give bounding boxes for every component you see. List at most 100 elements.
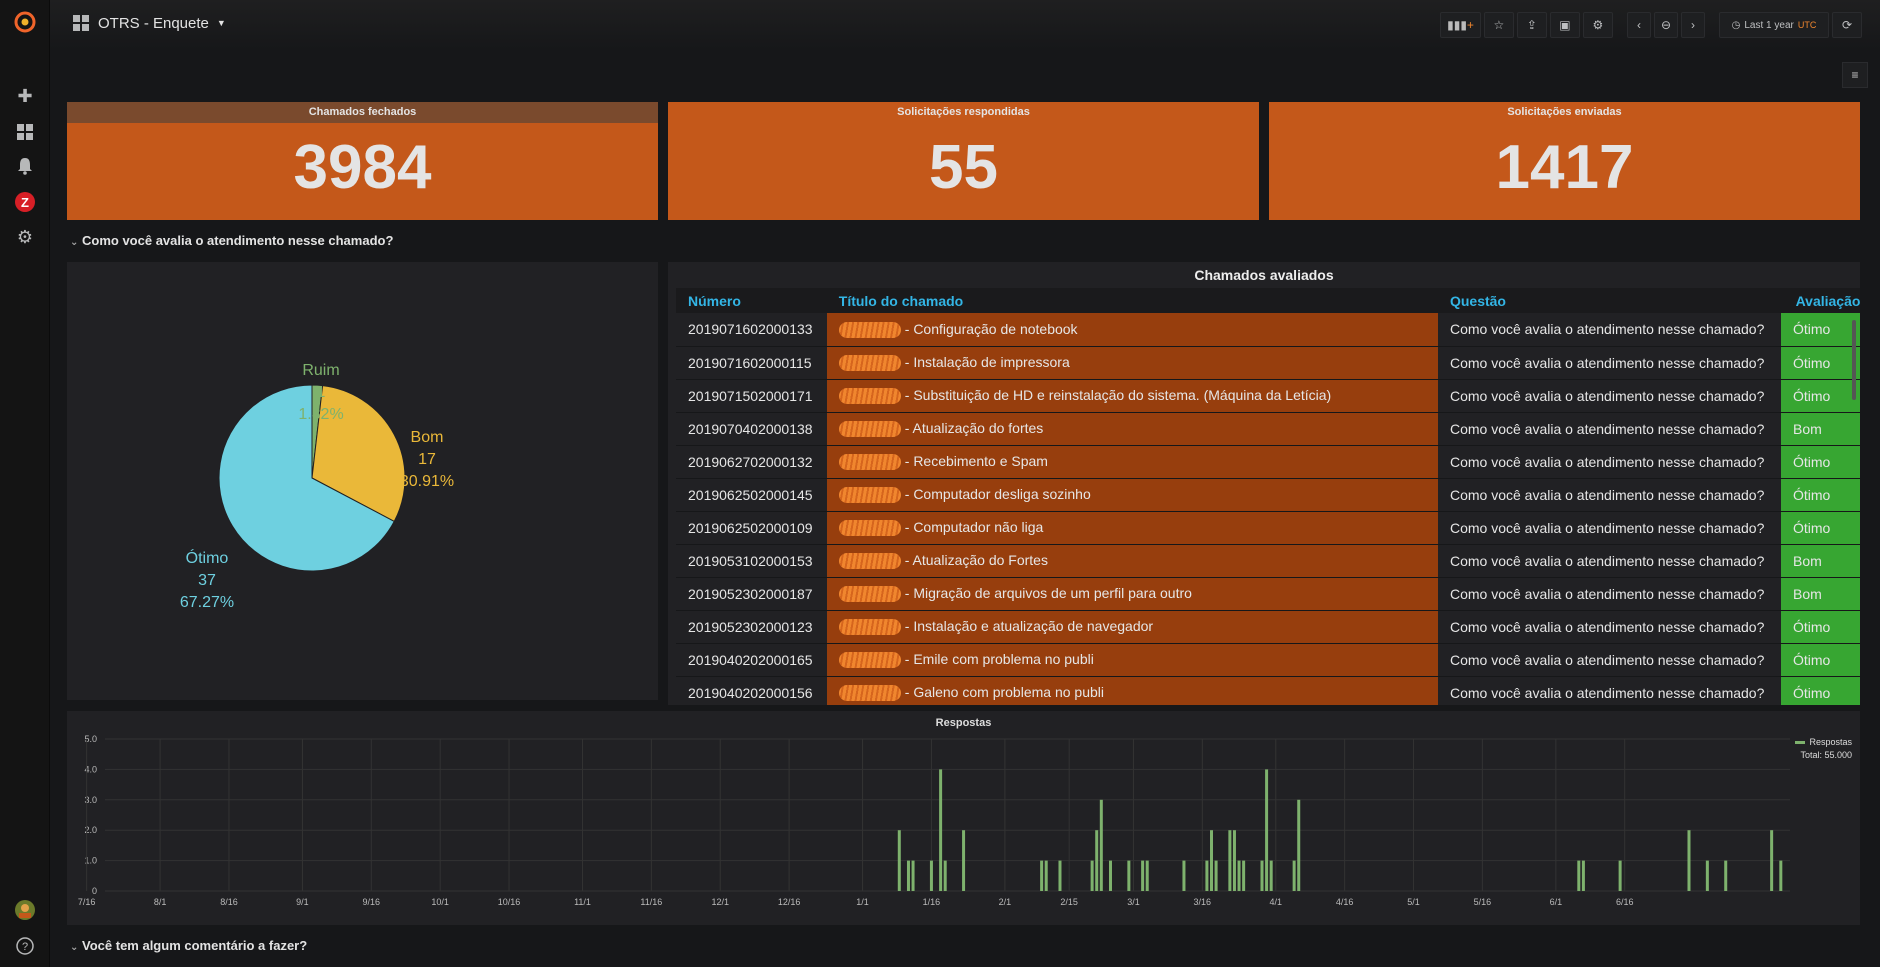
col-header-avaliacao[interactable]: Avaliação bbox=[1781, 288, 1860, 313]
legend-series-name[interactable]: Respostas bbox=[1809, 737, 1852, 747]
cell-avaliacao: Ótimo bbox=[1781, 643, 1860, 677]
user-avatar[interactable] bbox=[13, 898, 37, 922]
bar[interactable] bbox=[1292, 860, 1296, 891]
row-menu-button[interactable]: ≡ bbox=[1842, 62, 1868, 88]
cell-questao: Como você avalia o atendimento nesse cha… bbox=[1437, 346, 1781, 380]
row-toggle-avaliacao[interactable]: ⌄ Como você avalia o atendimento nesse c… bbox=[70, 233, 393, 248]
bar[interactable] bbox=[1044, 860, 1048, 891]
bar[interactable] bbox=[1095, 830, 1099, 891]
bar[interactable] bbox=[1705, 860, 1709, 891]
col-header-questao[interactable]: Questão bbox=[1437, 288, 1781, 313]
cell-questao: Como você avalia o atendimento nesse cha… bbox=[1437, 544, 1781, 578]
time-picker-button[interactable]: ◷ Last 1 year UTC bbox=[1719, 12, 1829, 38]
chevron-down-icon: ⌄ bbox=[70, 942, 79, 953]
table-row: 2019071602000133 - Configuração de notebo… bbox=[676, 313, 1860, 347]
bar[interactable] bbox=[1040, 860, 1044, 891]
bar[interactable] bbox=[1090, 860, 1094, 891]
bar[interactable] bbox=[1687, 830, 1691, 891]
cell-avaliacao: Bom bbox=[1781, 577, 1860, 611]
bar[interactable] bbox=[1269, 860, 1273, 891]
share-button[interactable]: ⇪ bbox=[1516, 12, 1547, 38]
bar[interactable] bbox=[1265, 769, 1269, 891]
settings-button[interactable]: ⚙ bbox=[1582, 12, 1613, 38]
cell-titulo[interactable]: - Computador não liga bbox=[826, 511, 1438, 545]
bar[interactable] bbox=[1205, 860, 1209, 891]
bar[interactable] bbox=[1145, 860, 1149, 891]
bar[interactable] bbox=[1260, 860, 1264, 891]
bar[interactable] bbox=[1099, 799, 1103, 891]
col-header-numero[interactable]: Número bbox=[676, 288, 827, 313]
table-row: 2019040202000165 - Emile com problema no … bbox=[676, 643, 1860, 677]
refresh-button[interactable]: ⟳ bbox=[1832, 12, 1862, 38]
zoom-out-button[interactable]: ⊖ bbox=[1653, 12, 1678, 38]
cell-titulo-text: - Instalação de impressora bbox=[904, 353, 1070, 370]
bar[interactable] bbox=[1182, 860, 1186, 891]
grafana-logo-icon[interactable] bbox=[13, 10, 37, 34]
cell-titulo[interactable]: - Configuração de notebook bbox=[826, 313, 1438, 347]
cell-questao: Como você avalia o atendimento nesse cha… bbox=[1437, 313, 1781, 347]
zabbix-plugin-icon[interactable]: Z bbox=[13, 190, 37, 214]
cell-titulo[interactable]: - Instalação de impressora bbox=[826, 346, 1438, 380]
cell-titulo[interactable]: - Galeno com problema no publi bbox=[826, 676, 1438, 705]
cell-titulo[interactable]: - Computador desliga sozinho bbox=[826, 478, 1438, 512]
col-header-titulo[interactable]: Título do chamado bbox=[826, 288, 1438, 313]
cell-numero: 2019071502000171 bbox=[676, 379, 827, 413]
cell-titulo[interactable]: - Recebimento e Spam bbox=[826, 445, 1438, 479]
bar[interactable] bbox=[929, 860, 933, 891]
bar[interactable] bbox=[911, 860, 915, 891]
bar[interactable] bbox=[943, 860, 947, 891]
redacted-scribble bbox=[838, 355, 901, 372]
bar[interactable] bbox=[939, 769, 943, 891]
bar[interactable] bbox=[1209, 830, 1213, 891]
bar[interactable] bbox=[1127, 860, 1131, 891]
redacted-scribble bbox=[838, 520, 901, 537]
bar[interactable] bbox=[1724, 860, 1728, 891]
bar[interactable] bbox=[1228, 830, 1232, 891]
bar[interactable] bbox=[1237, 860, 1241, 891]
bar[interactable] bbox=[1770, 830, 1774, 891]
alerting-bell-icon[interactable] bbox=[13, 154, 37, 178]
table-scrollbar[interactable] bbox=[1852, 320, 1856, 400]
cell-questao: Como você avalia o atendimento nesse cha… bbox=[1437, 577, 1781, 611]
bar[interactable] bbox=[1108, 860, 1112, 891]
bar[interactable] bbox=[1779, 860, 1783, 891]
dashboards-icon[interactable] bbox=[13, 120, 37, 144]
bar[interactable] bbox=[906, 860, 910, 891]
bar[interactable] bbox=[897, 830, 901, 891]
cell-titulo[interactable]: - Instalação e atualização de navegador bbox=[826, 610, 1438, 644]
bar[interactable] bbox=[962, 830, 966, 891]
x-tick-label: 5/16 bbox=[1474, 897, 1492, 907]
create-icon[interactable]: ✚ bbox=[13, 84, 37, 108]
x-tick-label: 8/16 bbox=[220, 897, 238, 907]
star-button[interactable]: ☆ bbox=[1483, 12, 1514, 38]
cell-titulo[interactable]: - Migração de arquivos de um perfil para… bbox=[826, 577, 1438, 611]
save-button[interactable]: ▣ bbox=[1549, 12, 1580, 38]
bar[interactable] bbox=[1297, 799, 1301, 891]
cell-titulo[interactable]: - Substituição de HD e reinstalação do s… bbox=[826, 379, 1438, 413]
bar[interactable] bbox=[1242, 860, 1246, 891]
time-back-button[interactable]: ‹ bbox=[1626, 12, 1651, 38]
x-tick-label: 11/16 bbox=[640, 897, 662, 907]
row-toggle-comentario[interactable]: ⌄ Você tem algum comentário a fazer? bbox=[70, 938, 307, 953]
help-icon[interactable]: ? bbox=[13, 934, 37, 958]
redacted-scribble bbox=[838, 685, 901, 702]
cell-avaliacao: Ótimo bbox=[1781, 478, 1860, 512]
configuration-gear-icon[interactable]: ⚙ bbox=[13, 225, 37, 249]
bar[interactable] bbox=[1141, 860, 1145, 891]
bar[interactable] bbox=[1618, 860, 1622, 891]
navbar-buttons: ▮▮▮+ ☆ ⇪ ▣ ⚙ ‹ ⊖ › ◷ Last 1 year UTC ⟳ bbox=[1440, 12, 1862, 38]
stat-title: Solicitações enviadas bbox=[1269, 102, 1860, 123]
add-panel-button[interactable]: ▮▮▮+ bbox=[1440, 12, 1481, 38]
cell-titulo[interactable]: - Atualização do fortes bbox=[826, 412, 1438, 446]
bar[interactable] bbox=[1058, 860, 1062, 891]
time-forward-button[interactable]: › bbox=[1681, 12, 1705, 38]
bar[interactable] bbox=[1214, 860, 1218, 891]
bar[interactable] bbox=[1232, 830, 1236, 891]
dashboard-title-dropdown[interactable]: OTRS - Enquete ▼ bbox=[72, 14, 226, 32]
cell-titulo[interactable]: - Atualização do Fortes bbox=[826, 544, 1438, 578]
bar[interactable] bbox=[1581, 860, 1585, 891]
cell-titulo[interactable]: - Emile com problema no publi bbox=[826, 643, 1438, 677]
bar[interactable] bbox=[1577, 860, 1581, 891]
cell-numero: 2019071602000115 bbox=[676, 346, 827, 380]
cell-titulo-text: - Computador desliga sozinho bbox=[904, 485, 1091, 502]
